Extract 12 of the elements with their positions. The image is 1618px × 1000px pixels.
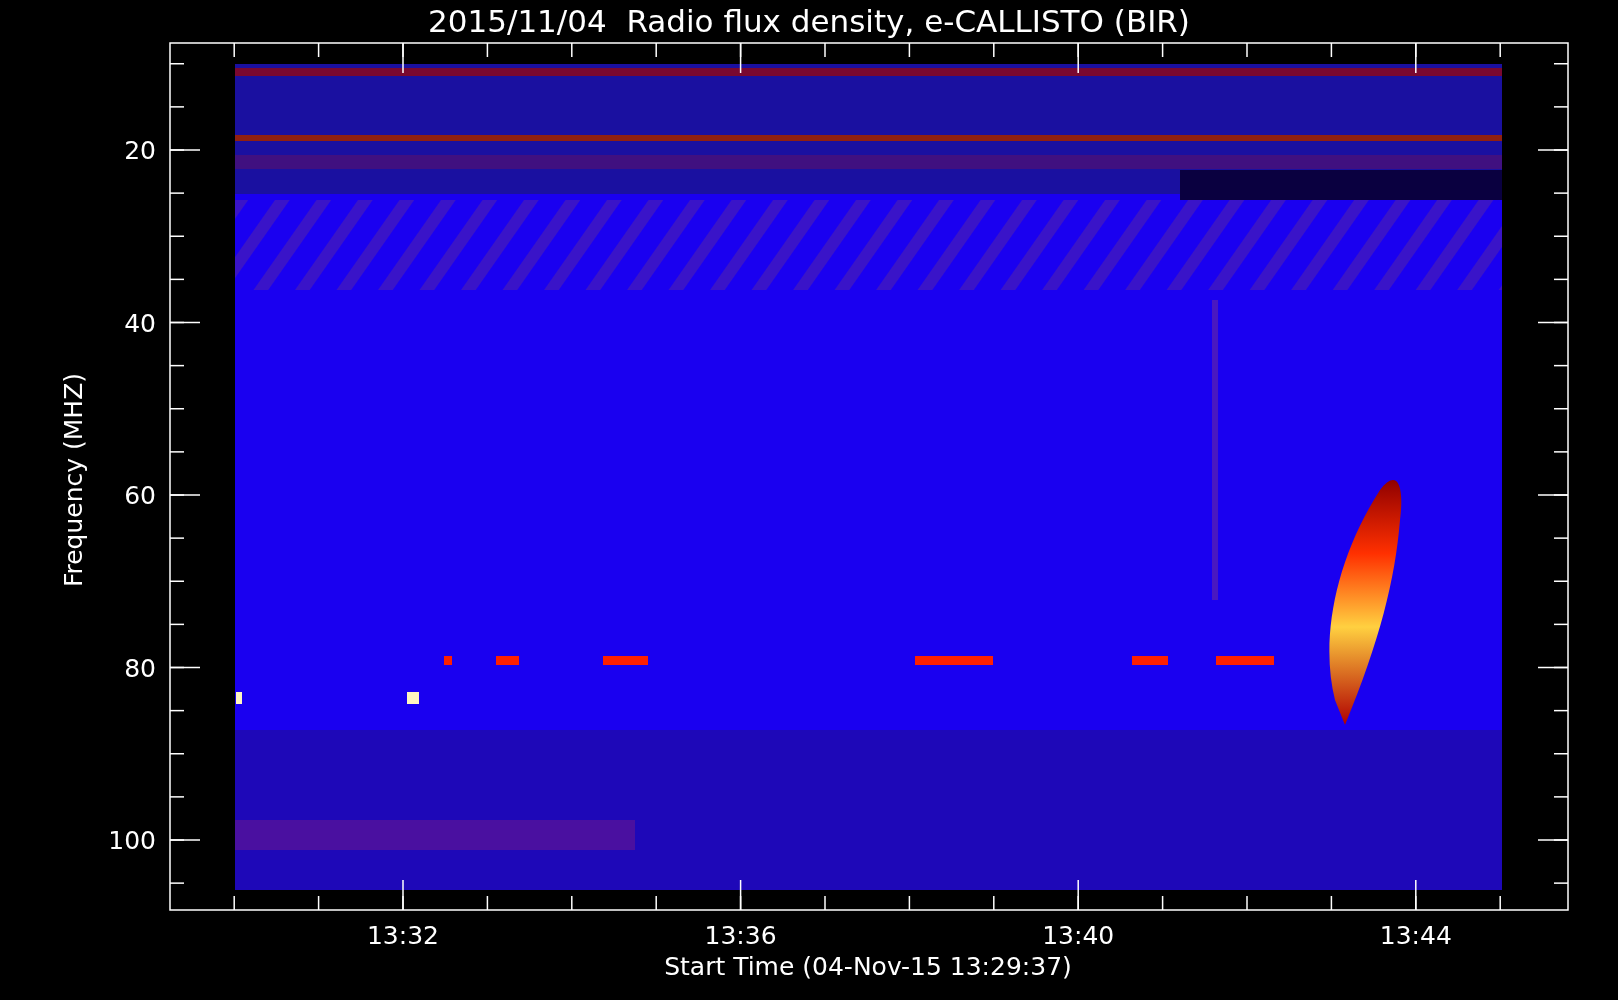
y-tick-label: 20 bbox=[124, 136, 156, 165]
x-tick-label: 13:32 bbox=[367, 921, 439, 950]
y-tick-label: 40 bbox=[124, 308, 156, 338]
y-tick-label: 60 bbox=[124, 481, 156, 510]
x-tick-label: 13:40 bbox=[1042, 921, 1115, 950]
x-axis-label: Start Time (04-Nov-15 13:29:37) bbox=[664, 952, 1072, 981]
y-tick-label: 80 bbox=[124, 653, 156, 683]
y-tick-label: 100 bbox=[108, 826, 156, 855]
x-tick-label: 13:44 bbox=[1379, 921, 1452, 950]
chart-title: 2015/11/04 Radio flux density, e-CALLISTO (BIR) bbox=[428, 3, 1190, 39]
x-tick-label: 13:36 bbox=[704, 921, 777, 950]
y-axis-label: Frequency (MHZ) bbox=[59, 372, 88, 588]
